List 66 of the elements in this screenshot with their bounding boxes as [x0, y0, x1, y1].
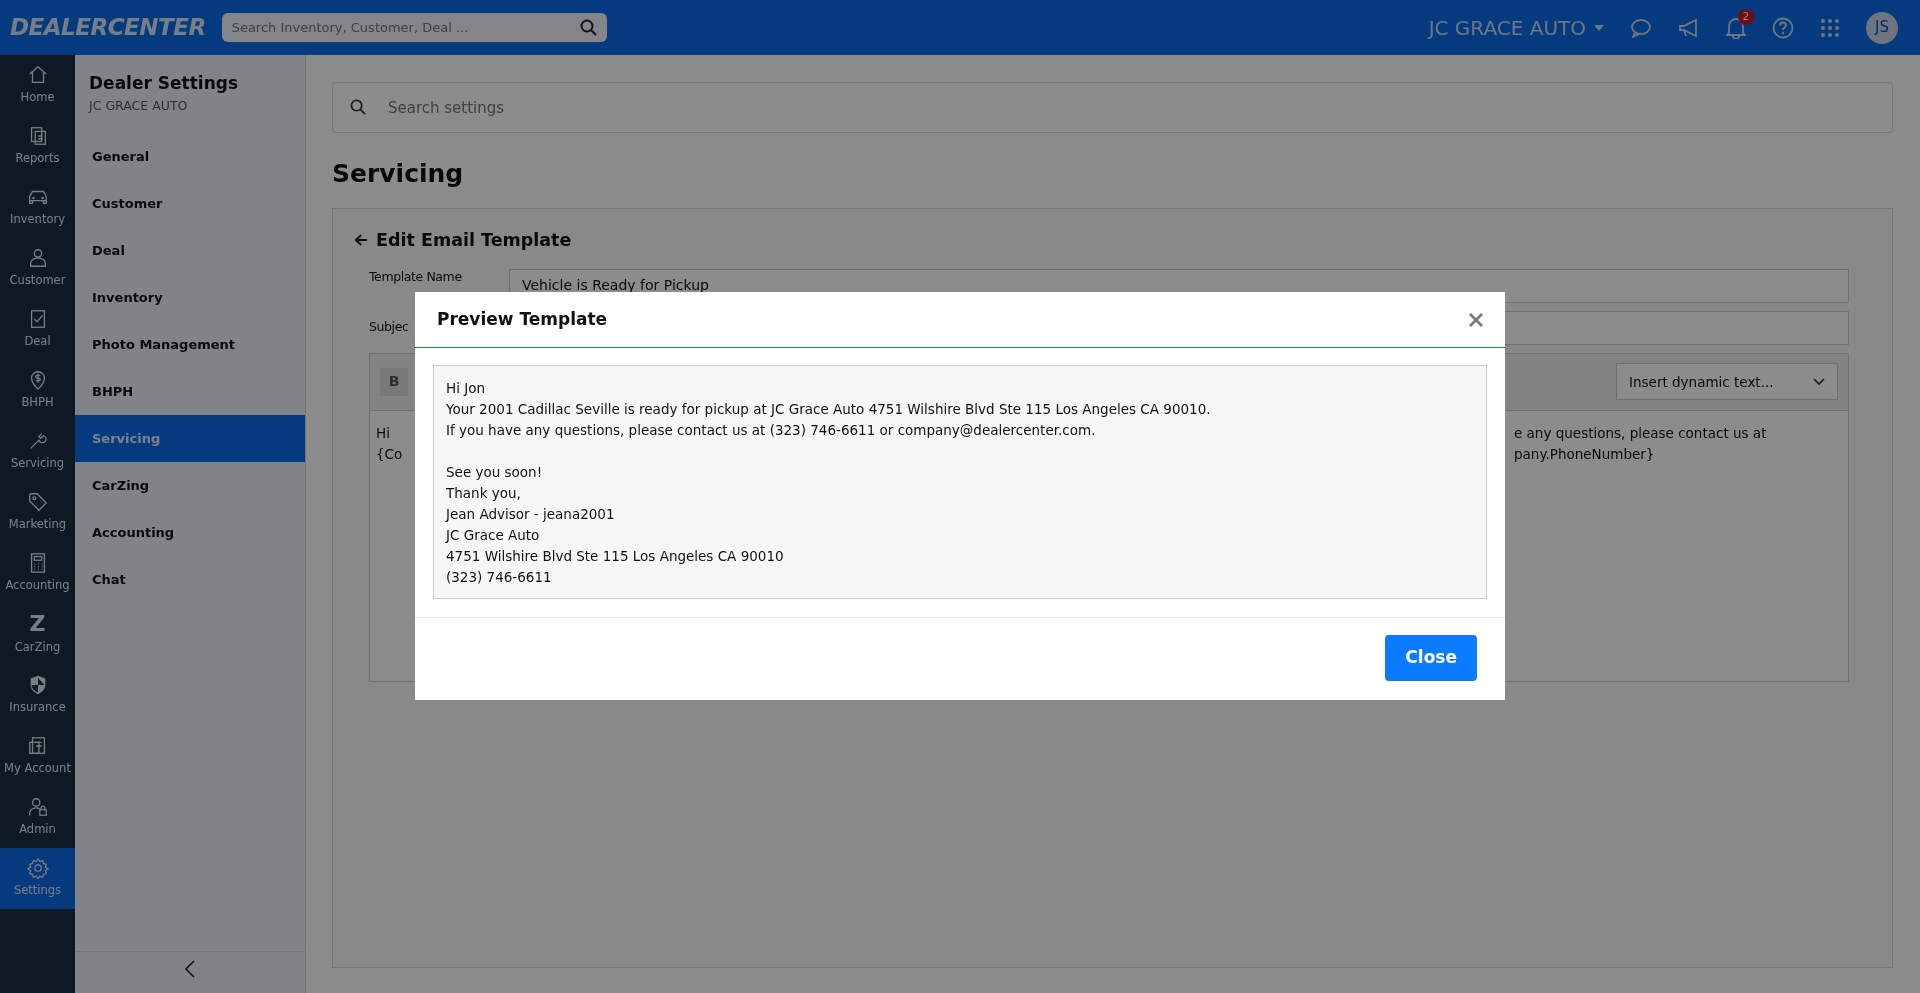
- panel-subtitle: JC GRACE AUTO: [89, 96, 189, 115]
- sidebar-item[interactable]: Settings: [0, 848, 75, 909]
- settings-menu-item[interactable]: Inventory: [75, 274, 305, 322]
- sidebar-item[interactable]: Reports: [0, 116, 75, 177]
- megaphone-icon[interactable]: [1678, 17, 1700, 38]
- close-button[interactable]: Close: [1385, 635, 1477, 681]
- sidebar-item[interactable]: Inventory: [0, 177, 75, 238]
- sidebar-item[interactable]: BHPH: [0, 360, 75, 421]
- preview-text-line: Thank you,: [446, 484, 522, 503]
- sidebar-item[interactable]: Insurance: [0, 665, 75, 726]
- body-text: e any questions, please contact us at: [1514, 423, 1767, 443]
- settings-search-field[interactable]: Search settings: [332, 82, 1893, 133]
- search-field[interactable]: Search Inventory, Customer, Deal ...: [221, 13, 607, 42]
- preview-text-line: See you soon!: [446, 463, 544, 482]
- settings-menu-item[interactable]: Servicing: [75, 415, 305, 463]
- apps-grid-icon[interactable]: [1820, 17, 1840, 38]
- body-text: pany.PhoneNumber}: [1514, 444, 1655, 464]
- panel-title: Dealer Settings: [89, 72, 239, 95]
- preview-text-line: Your 2001 Cadillac Seville is ready for pickup at JC Grace Auto 4751 Wilshire Blvd Ste 115 Los Angeles CA 90010.: [446, 400, 1212, 419]
- settings-menu-item[interactable]: Deal: [75, 227, 305, 275]
- preview-text-line: JC Grace Auto: [446, 526, 541, 545]
- settings-menu-item[interactable]: CarZing: [75, 462, 305, 510]
- collapse-chevron-icon[interactable]: [185, 959, 195, 978]
- dynamic-text-dropdown[interactable]: Insert dynamic text...: [1616, 363, 1838, 401]
- user-avatar[interactable]: JS: [1866, 11, 1898, 44]
- sidebar-item[interactable]: Marketing: [0, 482, 75, 543]
- sidebar-item[interactable]: Z CarZing: [0, 604, 75, 665]
- close-icon[interactable]: [1469, 312, 1483, 327]
- settings-menu-item[interactable]: Chat: [75, 556, 305, 604]
- logo[interactable]: DEALERCENTER: [10, 10, 206, 45]
- sidebar-item[interactable]: Servicing: [0, 421, 75, 482]
- settings-menu-item[interactable]: Photo Management: [75, 321, 305, 369]
- tag-icon: [26, 491, 49, 514]
- settings-menu-item[interactable]: Customer: [75, 180, 305, 228]
- section-title: Edit Email Template: [376, 228, 572, 252]
- dealer-dropdown[interactable]: JC GRACE AUTO: [1428, 14, 1604, 41]
- preview-text-line: Hi Jon: [446, 379, 486, 398]
- dialog-title: Preview Template: [437, 307, 608, 331]
- sidebar-item[interactable]: Customer: [0, 238, 75, 299]
- chat-icon[interactable]: [1630, 17, 1652, 38]
- help-icon[interactable]: [1772, 16, 1794, 39]
- notification-badge: 2: [1738, 8, 1754, 25]
- preview-text-line: 4751 Wilshire Blvd Ste 115 Los Angeles CA 90010: [446, 547, 785, 566]
- preview-text-line: If you have any questions, please contact us at (323) 746-6611 or company@dealercenter.com.: [446, 421, 1097, 440]
- logo-glyph: Z: [29, 612, 46, 637]
- back-arrow-icon[interactable]: [355, 233, 368, 246]
- sidebar-item[interactable]: My Account: [0, 726, 75, 787]
- caret-icon: [1594, 24, 1604, 31]
- search-icon: [579, 19, 597, 36]
- bold-button[interactable]: B: [380, 367, 408, 396]
- sidebar-item[interactable]: Admin: [0, 787, 75, 848]
- sidebar-item[interactable]: Home: [0, 55, 75, 116]
- sidebar-item[interactable]: Deal: [0, 299, 75, 360]
- preview-text-line: (323) 746-6611: [446, 568, 553, 587]
- preview-text-line: Jean Advisor - jeana2001: [446, 505, 616, 524]
- settings-icon: [26, 857, 49, 880]
- sidebar-item[interactable]: Accounting: [0, 543, 75, 604]
- settings-menu-item[interactable]: Accounting: [75, 509, 305, 557]
- body-text: Hi: [376, 423, 390, 443]
- field-label: Template Name: [369, 268, 463, 287]
- settings-menu-item[interactable]: BHPH: [75, 368, 305, 416]
- chevron-down-icon: [1813, 377, 1825, 386]
- settings-menu-item[interactable]: General: [75, 133, 305, 181]
- page-heading: Servicing: [332, 158, 465, 190]
- body-text: {Co: [376, 444, 403, 464]
- user-lock-icon: [26, 796, 49, 819]
